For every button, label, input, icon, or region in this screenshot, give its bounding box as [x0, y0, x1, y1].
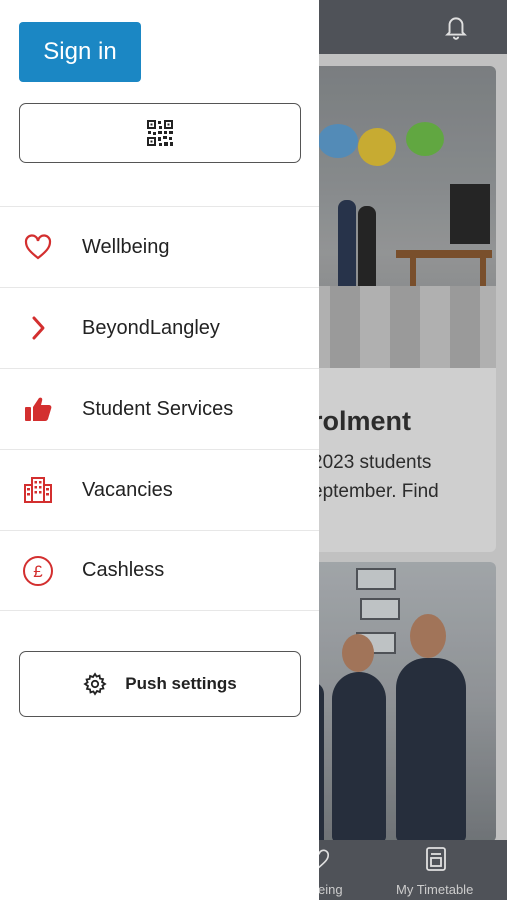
menu-item-label: Cashless: [82, 559, 165, 581]
menu-item-label: Wellbeing: [82, 235, 170, 258]
menu-item-student-services[interactable]: Student Services: [0, 368, 319, 449]
building-icon: [22, 474, 54, 506]
thumbs-up-icon: [22, 393, 54, 425]
menu-item-label: Student Services: [82, 397, 234, 420]
gear-icon: [83, 672, 107, 696]
pound-icon: £: [22, 555, 54, 587]
menu-item-wellbeing[interactable]: Wellbeing: [0, 206, 319, 287]
qr-code-icon: [147, 120, 173, 146]
drawer-menu: Wellbeing BeyondLangley Student Services: [0, 206, 319, 611]
push-settings-label: Push settings: [125, 674, 237, 693]
svg-text:£: £: [33, 562, 43, 581]
menu-item-beyondlangley[interactable]: BeyondLangley: [0, 287, 319, 368]
heart-icon: [22, 231, 54, 263]
menu-item-vacancies[interactable]: Vacancies: [0, 449, 319, 530]
push-settings-button[interactable]: Push settings: [19, 651, 301, 717]
menu-item-label: BeyondLangley: [82, 316, 220, 339]
chevron-right-icon: [22, 312, 54, 344]
menu-item-label: Vacancies: [82, 478, 173, 501]
sign-in-button[interactable]: Sign in: [19, 22, 141, 82]
menu-item-cashless[interactable]: £ Cashless: [0, 530, 319, 611]
qr-code-button[interactable]: [19, 103, 301, 163]
side-drawer: Sign in Wellbeing BeyondLangley Student …: [0, 0, 319, 900]
